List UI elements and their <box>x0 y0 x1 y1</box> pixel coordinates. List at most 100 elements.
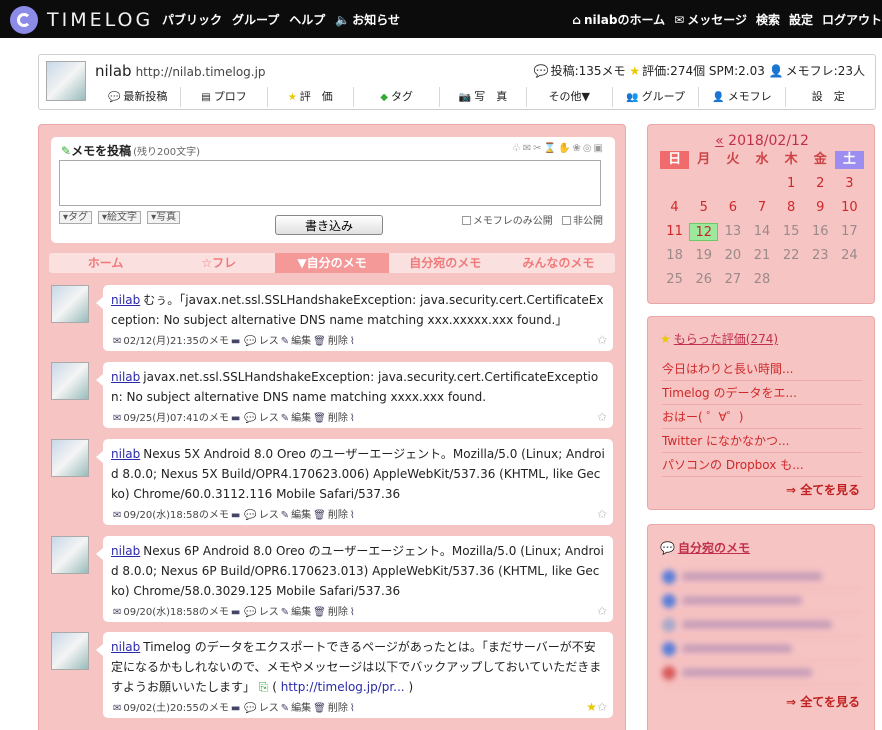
emoji-dropdown[interactable]: ▾絵文字 <box>98 211 142 224</box>
tab-memo-friends[interactable]: 👤 メモフレ <box>699 87 786 107</box>
list-item[interactable] <box>662 661 862 685</box>
calendar-day[interactable]: 11 <box>660 223 689 241</box>
tab-settings[interactable]: 設 定 <box>786 87 871 107</box>
clip-icon[interactable]: ⌇ <box>350 703 355 714</box>
nav-group[interactable]: グループ <box>232 11 279 28</box>
evaluate-star-icon[interactable]: ✩ <box>597 507 607 521</box>
memo-avatar[interactable] <box>51 536 89 574</box>
edit-link[interactable]: 編集 <box>291 413 311 424</box>
tab-latest[interactable]: 💬 最新投稿 <box>95 87 182 107</box>
clip-icon[interactable]: ⌇ <box>350 413 355 424</box>
memo-date[interactable]: 09/20(水)18:58のメモ <box>123 607 228 618</box>
tab-group[interactable]: 👥 グループ <box>613 87 700 107</box>
memo-user-link[interactable]: nilab <box>111 370 140 384</box>
edit-link[interactable]: 編集 <box>291 607 311 618</box>
memo-avatar[interactable] <box>51 439 89 477</box>
evaluate-star-icon[interactable]: ✩ <box>597 410 607 424</box>
delete-link[interactable]: 削除 <box>328 703 348 714</box>
evaluation-item[interactable]: Twitter になかなかつ... <box>662 429 862 453</box>
list-item[interactable] <box>662 589 862 613</box>
memo-textarea[interactable] <box>59 160 601 206</box>
reply-link[interactable]: レス <box>259 703 279 714</box>
calendar-day[interactable]: 4 <box>660 199 689 217</box>
delete-link[interactable]: 削除 <box>328 607 348 618</box>
tab-profile[interactable]: ▤ プロフ <box>181 87 268 107</box>
delete-link[interactable]: 削除 <box>328 510 348 521</box>
delete-link[interactable]: 削除 <box>328 413 348 424</box>
memo-avatar[interactable] <box>51 362 89 400</box>
photo-dropdown[interactable]: ▾写真 <box>147 211 181 224</box>
evaluate-star-icon[interactable]: ★✩ <box>586 700 607 714</box>
calendar-day[interactable]: 7 <box>747 199 776 217</box>
tab-memos-to-me[interactable]: 自分宛のメモ <box>389 253 502 273</box>
reply-link[interactable]: レス <box>259 607 279 618</box>
memo-link[interactable]: http://timelog.jp/pr... <box>281 680 405 694</box>
memo-date[interactable]: 09/02(土)20:55のメモ <box>123 703 228 714</box>
memo-date[interactable]: 09/25(月)07:41のメモ <box>123 413 228 424</box>
memo-date[interactable]: 09/20(水)18:58のメモ <box>123 510 228 521</box>
calendar-day[interactable]: 10 <box>835 199 864 217</box>
edit-link[interactable]: 編集 <box>291 703 311 714</box>
evaluate-star-icon[interactable]: ✩ <box>597 604 607 618</box>
tab-home[interactable]: ホーム <box>49 253 162 273</box>
submit-button[interactable]: 書き込み <box>275 215 383 235</box>
evaluation-item[interactable]: Timelog のデータをエ... <box>662 381 862 405</box>
tab-my-memos[interactable]: ▼自分のメモ <box>275 253 389 273</box>
edit-link[interactable]: 編集 <box>291 510 311 521</box>
memo-date[interactable]: 02/12(月)21:35のメモ <box>123 336 228 347</box>
timelog-logo[interactable]: TIMELOG <box>10 6 153 34</box>
memo-user-link[interactable]: nilab <box>111 544 140 558</box>
edit-link[interactable]: 編集 <box>291 336 311 347</box>
prev-month-link[interactable]: « <box>715 133 724 149</box>
reply-link[interactable]: レス <box>259 413 279 424</box>
list-item[interactable] <box>662 613 862 637</box>
tab-evaluation[interactable]: ★ 評 価 <box>268 87 354 107</box>
friends-only-checkbox[interactable] <box>461 216 471 225</box>
evaluations-see-all[interactable]: ⇒ 全てを見る <box>786 481 860 498</box>
evaluations-title[interactable]: ★ もらった評価(274) <box>660 330 778 347</box>
list-item[interactable] <box>662 565 862 589</box>
nav-public[interactable]: パブリック <box>162 11 222 28</box>
evaluation-item[interactable]: おはー( ゜∀゜) <box>662 405 862 429</box>
tab-friends[interactable]: ☆フレ <box>162 253 275 273</box>
nav-settings[interactable]: 設定 <box>789 11 813 28</box>
delete-link[interactable]: 削除 <box>328 336 348 347</box>
calendar-day[interactable]: 8 <box>777 199 806 217</box>
calendar-today[interactable]: 12 <box>689 223 719 241</box>
calendar-day[interactable]: 9 <box>806 199 835 217</box>
evaluation-item[interactable]: 今日はわりと長い時間... <box>662 357 862 381</box>
clip-icon[interactable]: ⌇ <box>350 510 355 521</box>
memos-to-me-title[interactable]: 💬 自分宛のメモ <box>660 539 750 556</box>
clip-icon[interactable]: ⌇ <box>350 607 355 618</box>
list-item[interactable] <box>662 637 862 661</box>
memos-to-me-see-all[interactable]: ⇒ 全てを見る <box>786 693 860 710</box>
tab-everyone[interactable]: みんなのメモ <box>502 253 615 273</box>
nav-message[interactable]: ✉ メッセージ <box>674 11 747 28</box>
post-tool-icons[interactable]: ♧✉✂⌛✋❀◎▣ <box>512 143 605 154</box>
reply-link[interactable]: レス <box>259 510 279 521</box>
evaluation-item[interactable]: パソコンの Dropbox も... <box>662 453 862 477</box>
calendar-day[interactable]: 5 <box>689 199 718 217</box>
calendar-day[interactable]: 1 <box>777 175 806 193</box>
nav-logout[interactable]: ログアウト <box>822 11 882 28</box>
memo-user-link[interactable]: nilab <box>111 447 140 461</box>
private-checkbox[interactable] <box>562 216 571 225</box>
nav-help[interactable]: ヘルプ <box>289 11 325 28</box>
nav-home[interactable]: ⌂ nilabのホーム <box>572 11 665 28</box>
memo-user-link[interactable]: nilab <box>111 640 140 654</box>
memo-avatar[interactable] <box>51 632 89 670</box>
calendar-day[interactable]: 3 <box>835 175 864 193</box>
memo-user-link[interactable]: nilab <box>111 293 140 307</box>
evaluate-star-icon[interactable]: ✩ <box>597 333 607 347</box>
tab-photo[interactable]: 📷 写 真 <box>440 87 527 107</box>
tab-other[interactable]: その他▼ <box>527 87 613 107</box>
calendar-day[interactable]: 6 <box>718 199 747 217</box>
avatar[interactable] <box>46 61 86 101</box>
calendar-day[interactable]: 2 <box>806 175 835 193</box>
clip-icon[interactable]: ⌇ <box>350 336 355 347</box>
nav-news[interactable]: 🔈 お知らせ <box>335 11 400 28</box>
tab-tag[interactable]: ◆ タグ <box>354 87 441 107</box>
tag-dropdown[interactable]: ▾タグ <box>59 211 93 224</box>
reply-link[interactable]: レス <box>259 336 279 347</box>
memo-avatar[interactable] <box>51 285 89 323</box>
